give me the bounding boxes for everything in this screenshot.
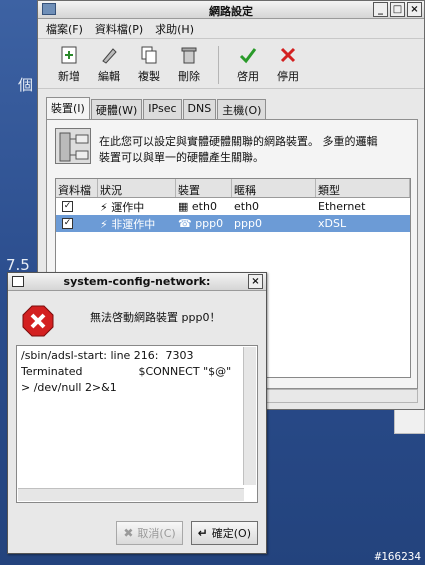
device-row-ppp0[interactable]: ✓ ⚡ 非運作中 ☎ ppp0 ppp0 xDSL: [56, 215, 410, 232]
edit-button[interactable]: 編輯: [92, 45, 126, 84]
device-name: eth0: [191, 200, 217, 213]
device-name: ppp0: [195, 217, 224, 230]
device-type: Ethernet: [318, 200, 366, 213]
close-button[interactable]: ×: [407, 2, 422, 17]
horizontal-scrollbar[interactable]: [18, 488, 244, 501]
xdsl-device-icon: ☎: [178, 217, 192, 230]
tab-devices[interactable]: 裝置(I): [46, 97, 90, 119]
edit-label: 編輯: [98, 70, 120, 83]
cancel-label: 取消(C): [137, 527, 176, 540]
column-status[interactable]: 狀況: [98, 179, 176, 197]
ok-button[interactable]: ↵ 確定(O): [190, 521, 258, 545]
copy-icon: [138, 45, 160, 65]
menu-profile[interactable]: 資料檔(P): [95, 21, 143, 37]
window-title: 網路設定: [209, 5, 253, 18]
ethernet-device-icon: ▦: [178, 200, 189, 213]
watermark: #166234: [374, 550, 421, 563]
menu-help[interactable]: 求助(H): [155, 21, 194, 37]
status-text: 非運作中: [111, 217, 156, 231]
add-button[interactable]: 新增: [52, 45, 86, 84]
cancel-button[interactable]: ✖ 取消(C): [116, 521, 183, 545]
menu-file[interactable]: 檔案(F): [46, 21, 83, 37]
ok-icon: ↵: [197, 526, 208, 540]
toolbar-separator: [218, 46, 219, 84]
delete-icon: [178, 45, 200, 65]
column-nickname[interactable]: 暱稱: [232, 179, 316, 197]
info-area: 在此您可以設定與實體硬體關聯的網路裝置。 多重的邏輯 裝置可以與單一的硬體產生關…: [55, 128, 411, 172]
dialog-title: system-config-network:: [63, 275, 211, 288]
error-details[interactable]: /sbin/adsl-start: line 216: 7303 Termina…: [16, 345, 258, 503]
minimize-button[interactable]: _: [373, 2, 388, 17]
detail-line: Terminated $CONNECT "$@": [21, 365, 232, 378]
status-active-icon: ⚡: [100, 200, 108, 214]
device-row-eth0[interactable]: ✓ ⚡ 運作中 ▦ eth0 eth0 Ethernet: [56, 198, 410, 215]
deactivate-button[interactable]: 停用: [271, 45, 305, 84]
cancel-icon: ✖: [123, 526, 134, 540]
profile-checkbox[interactable]: ✓: [62, 201, 73, 212]
deactivate-label: 停用: [277, 70, 299, 83]
info-text-line2: 裝置可以與單一的硬體產生關聯。: [99, 151, 264, 164]
dialog-close-button[interactable]: ×: [248, 274, 263, 289]
copy-label: 複製: [138, 70, 160, 83]
toolbar: 新增 編輯 複製 刪除 啓用 停用: [38, 39, 424, 89]
activate-button[interactable]: 啓用: [231, 45, 265, 84]
column-type[interactable]: 類型: [316, 179, 410, 197]
cross-icon: [277, 45, 299, 65]
detail-line: /sbin/adsl-start: line 216: 7303: [21, 349, 194, 362]
detail-line: > /dev/null 2>&1: [21, 381, 117, 394]
tab-ipsec[interactable]: IPsec: [143, 99, 182, 119]
profile-checkbox[interactable]: ✓: [62, 218, 73, 229]
activate-label: 啓用: [237, 70, 259, 83]
status-text: 運作中: [111, 200, 145, 214]
error-message: 無法啓動網路裝置 ppp0！: [90, 311, 221, 324]
tab-bar: 裝置(I) 硬體(W) IPsec DNS 主機(O): [46, 97, 267, 119]
add-icon: [58, 45, 80, 65]
tab-hosts[interactable]: 主機(O): [217, 99, 267, 119]
network-devices-icon: [55, 128, 91, 164]
desktop-char: 個: [18, 76, 34, 94]
info-text-line1: 在此您可以設定與實體硬體關聯的網路裝置。 多重的邏輯: [99, 135, 378, 148]
list-header: 資料檔 狀況 裝置 暱稱 類型: [56, 179, 410, 198]
status-inactive-icon: ⚡: [100, 217, 108, 231]
vertical-scrollbar[interactable]: [243, 347, 256, 485]
menubar: 檔案(F) 資料檔(P) 求助(H): [38, 19, 424, 39]
dialog-titlebar[interactable]: system-config-network: ×: [8, 273, 266, 291]
error-icon: [22, 305, 54, 337]
nickname: eth0: [234, 200, 260, 213]
ok-label: 確定(O): [211, 527, 251, 540]
delete-label: 刪除: [178, 70, 200, 83]
column-profile[interactable]: 資料檔: [56, 179, 98, 197]
tab-hardware[interactable]: 硬體(W): [90, 99, 143, 119]
error-dialog: system-config-network: × 無法啓動網路裝置 ppp0！ …: [7, 272, 267, 554]
add-label: 新增: [58, 70, 80, 83]
nickname: ppp0: [234, 217, 262, 230]
delete-button[interactable]: 刪除: [172, 45, 206, 84]
tab-dns[interactable]: DNS: [182, 99, 217, 119]
edit-icon: [98, 45, 120, 65]
checkmark-icon: [237, 45, 259, 65]
copy-button[interactable]: 複製: [132, 45, 166, 84]
device-type: xDSL: [318, 217, 347, 230]
window-titlebar[interactable]: 網路設定 _ □ ×: [38, 1, 424, 19]
maximize-button[interactable]: □: [390, 2, 405, 17]
column-device[interactable]: 裝置: [176, 179, 232, 197]
